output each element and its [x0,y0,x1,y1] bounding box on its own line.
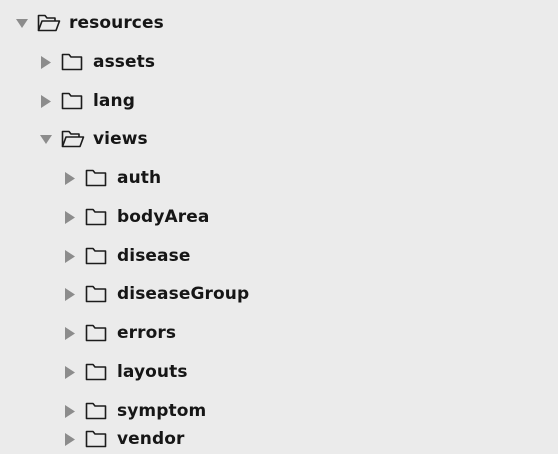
folder-icon [85,246,109,266]
tree-node-label: layouts [117,361,188,382]
tree-node-views[interactable]: views [40,119,148,159]
tree-node-label: assets [93,51,156,72]
folder-icon [85,168,109,188]
collapsed-arrow-icon[interactable] [40,55,51,69]
expanded-arrow-icon[interactable] [40,133,52,146]
folder-icon [85,401,109,421]
tree-node-layouts[interactable]: layouts [64,352,188,392]
tree-node-label: views [93,128,148,149]
tree-node-label: errors [117,322,177,343]
tree-node-diseasegroup[interactable]: diseaseGroup [64,274,249,314]
tree-node-label: bodyArea [117,206,210,227]
tree-node-resources[interactable]: resources [16,3,164,43]
tree-node-label: resources [69,12,164,33]
file-tree: resources assets lang views auth bodyAre… [0,0,558,454]
tree-node-label: disease [117,245,191,266]
tree-node-assets[interactable]: assets [40,42,155,82]
folder-icon [61,52,85,72]
folder-icon [85,284,109,304]
tree-node-label: symptom [117,400,207,421]
collapsed-arrow-icon[interactable] [64,210,75,224]
folder-icon [85,362,109,382]
collapsed-arrow-icon[interactable] [64,171,75,185]
collapsed-arrow-icon[interactable] [64,249,75,263]
tree-node-lang[interactable]: lang [40,81,135,121]
tree-node-errors[interactable]: errors [64,313,176,353]
folder-icon [85,429,109,449]
collapsed-arrow-icon[interactable] [64,365,75,379]
folder-open-icon [37,13,61,33]
tree-node-label: auth [117,167,162,188]
tree-node-bodyarea[interactable]: bodyArea [64,197,209,237]
folder-icon [85,207,109,227]
tree-node-label: lang [93,90,135,111]
expanded-arrow-icon[interactable] [16,17,28,30]
collapsed-arrow-icon[interactable] [40,94,51,108]
collapsed-arrow-icon[interactable] [64,432,75,446]
tree-node-label: diseaseGroup [117,283,250,304]
collapsed-arrow-icon[interactable] [64,287,75,301]
folder-icon [85,323,109,343]
folder-open-icon [61,129,85,149]
tree-node-auth[interactable]: auth [64,158,161,198]
tree-node-vendor[interactable]: vendor [64,424,185,454]
tree-node-disease[interactable]: disease [64,236,190,276]
folder-icon [61,91,85,111]
collapsed-arrow-icon[interactable] [64,326,75,340]
collapsed-arrow-icon[interactable] [64,404,75,418]
tree-node-label: vendor [117,428,185,449]
